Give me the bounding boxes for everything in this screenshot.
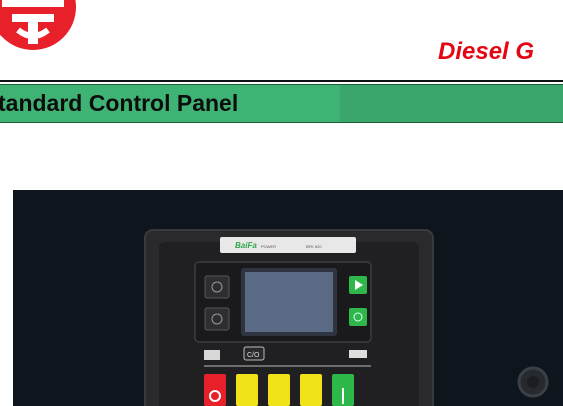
model-text: BFK 620 — [306, 244, 322, 249]
brand-text: BaiFa — [235, 241, 257, 250]
test-button — [300, 374, 322, 406]
mains-icon — [204, 350, 220, 360]
auto-button — [349, 308, 367, 326]
section-banner: tandard Control Panel — [0, 84, 563, 123]
co-button-label: C/O — [247, 352, 260, 359]
banner-title: tandard Control Panel — [0, 90, 239, 116]
header-rule — [0, 80, 563, 82]
company-logo — [0, 0, 76, 50]
left-button-top — [204, 275, 230, 299]
manual-button — [236, 374, 258, 406]
left-button-bottom — [204, 307, 230, 331]
mode-button — [268, 374, 290, 406]
lcd-screen — [245, 272, 333, 332]
generator-icon — [349, 350, 367, 358]
brand-sub-text: POWER — [261, 244, 276, 249]
page-headline: Diesel G — [438, 38, 535, 65]
control-panel-photo: BaiFa POWER BFK 620 C/O — [13, 190, 563, 406]
